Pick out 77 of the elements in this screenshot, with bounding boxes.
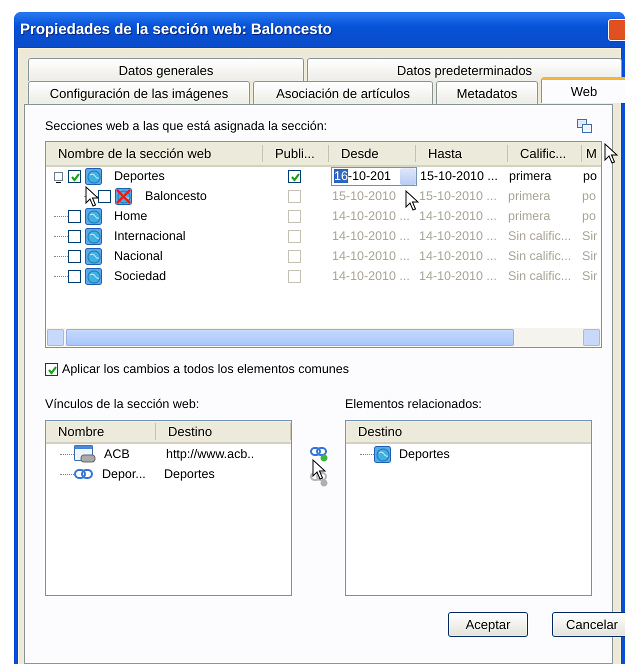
globe-icon bbox=[85, 268, 102, 286]
tab[interactable]: Datos generales bbox=[28, 58, 304, 81]
link-page-icon bbox=[74, 445, 96, 464]
list-item: Deportes bbox=[164, 466, 215, 483]
accept-button[interactable]: Aceptar bbox=[448, 612, 528, 637]
column-header[interactable]: Desde bbox=[329, 144, 416, 162]
table-cell: 14-10-2010 ... bbox=[419, 269, 497, 284]
checkbox[interactable] bbox=[68, 170, 81, 184]
tab[interactable]: Datos predeterminados bbox=[307, 58, 622, 81]
list-item: Deportes bbox=[399, 446, 450, 463]
list-label: Elementos relacionados: bbox=[345, 396, 483, 412]
table-cell: po bbox=[582, 189, 596, 204]
table-cell: po bbox=[583, 169, 597, 184]
table-cell: 15-10-2010 ... bbox=[419, 189, 497, 204]
checkbox-label: Aplicar los cambios a todos los elementos comunes bbox=[62, 360, 349, 378]
list-item: ACB bbox=[104, 446, 131, 463]
windows-icon bbox=[577, 119, 592, 134]
table-cell: 14-10-2010 ... bbox=[332, 269, 410, 284]
table-cell: primera bbox=[508, 209, 550, 224]
table-cell: Sir bbox=[582, 229, 598, 244]
add-link-icon[interactable] bbox=[310, 446, 328, 462]
globe-icon bbox=[85, 208, 102, 226]
list-label: Vínculos de la sección web: bbox=[45, 396, 200, 412]
globe-icon bbox=[85, 228, 102, 246]
section-name: Baloncesto bbox=[145, 188, 207, 206]
globe-icon bbox=[85, 168, 102, 186]
table-cell: 14-10-2010 ... bbox=[332, 229, 410, 244]
date-field[interactable]: 16-10-201 bbox=[331, 167, 417, 186]
column-header[interactable]: Calific... bbox=[508, 144, 582, 162]
globe-icon bbox=[374, 446, 391, 463]
table-cell: 14-10-2010 ... bbox=[332, 249, 410, 264]
table-cell: primera bbox=[509, 169, 552, 184]
close-button[interactable] bbox=[608, 19, 625, 41]
section-name: Nacional bbox=[114, 248, 163, 266]
column-header[interactable]: Nombre de la sección web bbox=[46, 144, 263, 162]
tab[interactable]: Web bbox=[541, 77, 625, 103]
chain-link-icon bbox=[74, 469, 94, 480]
section-name: Sociedad bbox=[114, 268, 166, 286]
section-name: Deportes bbox=[114, 168, 165, 186]
cancel-button[interactable]: Cancelar bbox=[552, 612, 625, 637]
table-cell: Sin calific... bbox=[508, 229, 572, 244]
window-title: Propiedades de la sección web: Baloncesto bbox=[20, 20, 332, 40]
table-cell: 14-10-2010 ... bbox=[332, 209, 410, 224]
spinner-icon[interactable] bbox=[400, 168, 416, 186]
cursor-icon bbox=[405, 190, 419, 211]
column-header[interactable]: Publi... bbox=[263, 144, 329, 162]
collapse-icon[interactable] bbox=[54, 172, 63, 182]
horizontal-scrollbar[interactable] bbox=[46, 328, 601, 347]
table-cell: primera bbox=[508, 189, 550, 204]
table-cell: Sir bbox=[582, 269, 598, 284]
globe-cross-icon bbox=[115, 188, 132, 206]
table-cell: 14-10-2010 ... bbox=[419, 249, 497, 264]
tab[interactable]: Metadatos bbox=[436, 81, 538, 104]
table-cell: Sin calific... bbox=[508, 269, 572, 284]
table-cell: po bbox=[582, 209, 596, 224]
table-cell: 14-10-2010 ... bbox=[419, 209, 497, 224]
table-cell: Sin calific... bbox=[508, 249, 572, 264]
list-item: http://www.acb.. bbox=[166, 446, 254, 463]
tab[interactable]: Configuración de las imágenes bbox=[28, 81, 250, 104]
list-item: Depor... bbox=[102, 466, 147, 483]
column-header[interactable]: Hasta bbox=[416, 144, 508, 162]
table-cell: 15-10-2010 bbox=[332, 189, 396, 204]
section-label: Secciones web a las que está asignada la sección: bbox=[45, 118, 328, 135]
column-header[interactable]: Destino bbox=[156, 423, 291, 440]
table-cell: 14-10-2010 ... bbox=[419, 229, 497, 244]
section-name: Internacional bbox=[114, 228, 186, 246]
column-header[interactable]: Nombre bbox=[46, 423, 156, 440]
globe-icon bbox=[85, 248, 102, 266]
cursor-icon bbox=[85, 186, 99, 207]
scroll-thumb[interactable] bbox=[66, 328, 514, 346]
checkbox[interactable] bbox=[45, 362, 58, 376]
section-name: Home bbox=[114, 208, 148, 226]
table-cell: 15-10-2010 ... bbox=[420, 169, 498, 184]
tab[interactable]: Asociación de artículos bbox=[253, 81, 433, 104]
cursor-icon bbox=[312, 459, 326, 480]
checkbox[interactable] bbox=[288, 170, 301, 184]
table-cell: Sir bbox=[582, 249, 598, 264]
